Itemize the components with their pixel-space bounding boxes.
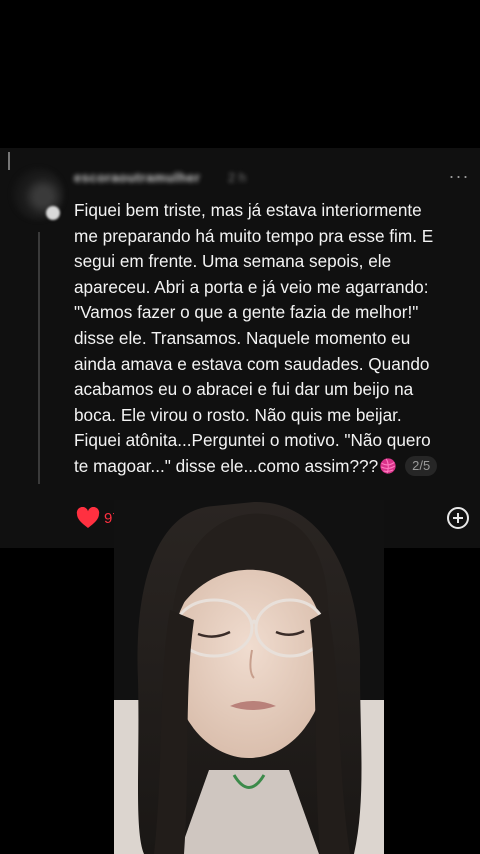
more-options-icon[interactable]: ··· <box>446 166 472 186</box>
heart-icon <box>76 507 100 528</box>
presenter-video <box>114 500 384 854</box>
post-text-line: segui em frente. Uma semana sepois, ele <box>74 251 392 272</box>
post-text: Fiquei bem triste, mas já estava interio… <box>74 198 468 480</box>
post-text-last-line: te magoar..." disse ele...como assim??? 2… <box>74 454 468 480</box>
page-indicator: 2/5 <box>405 455 438 476</box>
add-circle-icon <box>447 507 469 529</box>
post-time: 2 h <box>228 170 247 185</box>
post-text-line: acabamos eu o abracei e fui dar um beijo… <box>74 379 414 400</box>
yarn-ball-icon <box>380 458 396 474</box>
post-text-line: boca. Ele virou o rosto. Não quis me bei… <box>74 404 402 425</box>
post-text-line: me preparando há muito tempo pra esse fi… <box>74 225 434 246</box>
post-text-line: apareceu. Abri a porta e já veio me agar… <box>74 276 429 297</box>
add-button[interactable] <box>446 503 470 533</box>
post-text-line: Fiquei bem triste, mas já estava interio… <box>74 200 422 220</box>
thread-line <box>38 232 40 484</box>
post-text-line: te magoar..." disse ele...como assim??? <box>74 455 379 476</box>
post-text-line: Fiquei atônita...Perguntei o motivo. "Nã… <box>74 430 431 451</box>
post-text-line: disse ele. Transamos. Naquele momento eu <box>74 327 411 348</box>
post-text-line: "Vamos fazer o que a gente fazia de melh… <box>74 302 419 323</box>
username[interactable]: escoraoutramulher <box>74 170 200 185</box>
scroll-edge <box>8 152 10 170</box>
threads-post-card: escoraoutramulher 2 h ··· Fiquei bem tri… <box>0 148 480 548</box>
post-text-line: ainda amava e estava com saudades. Quand… <box>74 353 430 374</box>
follow-badge[interactable] <box>46 206 60 220</box>
webcam-overlay <box>114 500 384 854</box>
